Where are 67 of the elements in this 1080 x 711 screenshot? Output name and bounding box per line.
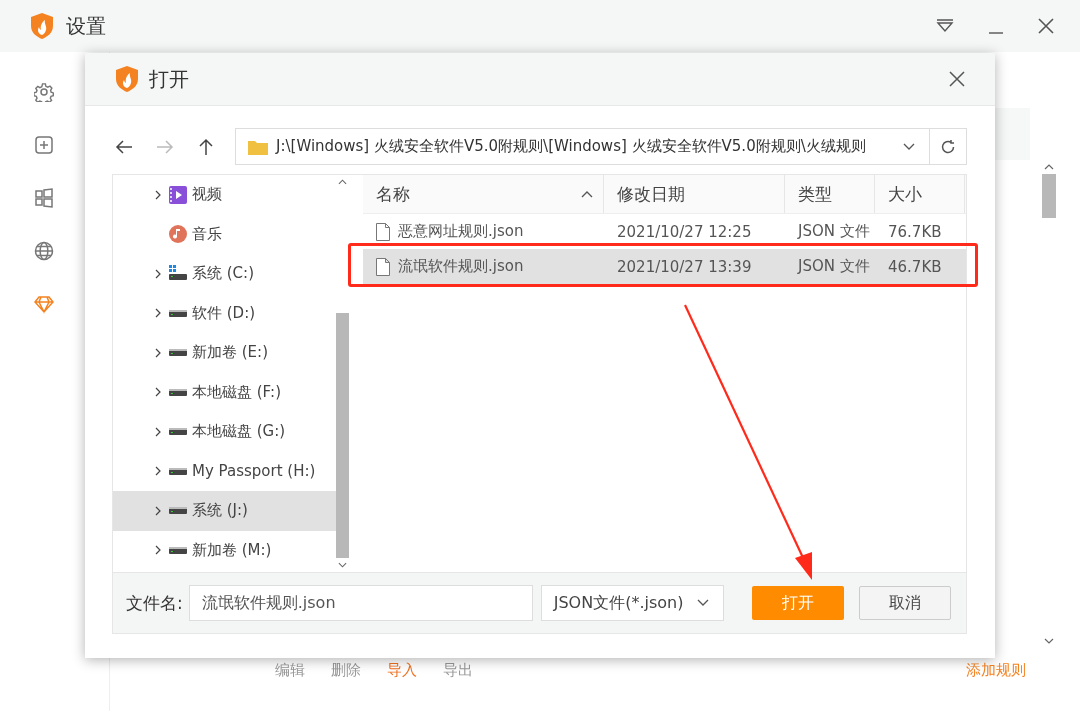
shield-flame-icon (115, 65, 139, 93)
dropdown-menu-icon[interactable] (936, 19, 954, 33)
close-icon[interactable] (949, 71, 965, 87)
chevron-icon[interactable] (155, 189, 161, 200)
column-header[interactable]: 修改日期 (604, 175, 785, 213)
scroll-down-icon[interactable] (338, 562, 347, 568)
refresh-button[interactable] (930, 128, 967, 165)
file-icon (376, 257, 390, 276)
scroll-down-icon[interactable] (1044, 638, 1054, 644)
drive-icon (169, 467, 187, 475)
scrollbar-thumb[interactable] (1042, 174, 1056, 218)
close-icon[interactable] (1038, 18, 1054, 34)
up-arrow-icon[interactable] (197, 137, 215, 156)
folder-icon (248, 138, 268, 155)
system-drive-icon (169, 264, 187, 283)
file-icon (376, 222, 390, 241)
chevron-icon[interactable] (155, 545, 161, 556)
drive-icon (169, 507, 187, 515)
drive-icon (169, 546, 187, 554)
globe-icon[interactable] (33, 241, 54, 261)
tree-item[interactable]: 软件 (D:) (113, 293, 336, 333)
caret-icon (696, 599, 709, 607)
chevron-icon[interactable] (155, 268, 161, 279)
window-title: 设置 (66, 12, 106, 40)
video-icon (169, 185, 187, 204)
scrollbar-thumb[interactable] (336, 313, 349, 558)
tree-item[interactable]: 本地磁盘 (G:) (113, 412, 336, 452)
plus-square-icon[interactable] (33, 135, 54, 155)
shield-flame-icon (30, 12, 54, 40)
address-bar[interactable]: J:\[Windows] 火绒安全软件V5.0附规则\[Windows] 火绒安全软件V5.0附规则\火绒规则 (235, 128, 930, 165)
drive-icon (169, 309, 187, 317)
scroll-up-icon[interactable] (338, 179, 347, 185)
column-header[interactable]: 名称 (363, 175, 604, 213)
refresh-icon (940, 138, 956, 155)
settings-icon[interactable] (33, 82, 54, 102)
drive-icon (169, 428, 187, 436)
cancel-button[interactable]: 取消 (858, 586, 951, 620)
column-header[interactable]: 大小 (875, 175, 965, 213)
tree-item[interactable]: 本地磁盘 (F:) (113, 372, 336, 412)
diamond-icon[interactable] (33, 294, 54, 314)
dialog-title: 打开 (149, 65, 189, 93)
chevron-icon[interactable] (155, 347, 161, 358)
caret-icon[interactable] (903, 142, 915, 151)
file-row[interactable]: 恶意网址规则.json 2021/10/27 12:25 JSON 文件 76.7KB (363, 214, 966, 249)
tree-item[interactable]: 新加卷 (E:) (113, 333, 336, 373)
chevron-icon[interactable] (155, 426, 161, 437)
tree-item[interactable]: 视频 (113, 175, 336, 215)
chevron-icon[interactable] (155, 505, 161, 516)
tree-item[interactable]: 新加卷 (M:) (113, 530, 336, 570)
chevron-icon[interactable] (155, 387, 161, 398)
file-row[interactable]: 流氓软件规则.json 2021/10/27 13:39 JSON 文件 46.7KB (363, 249, 966, 284)
file-name-label: 文件名: (126, 591, 183, 615)
music-icon (169, 225, 187, 244)
tree-item[interactable]: 系统 (J:) (113, 491, 336, 531)
drive-icon (169, 349, 187, 357)
tree-item[interactable]: My Passport (H:) (113, 451, 336, 491)
drive-icon (169, 388, 187, 396)
file-name-field[interactable]: 流氓软件规则.json (188, 585, 533, 621)
chevron-icon[interactable] (155, 466, 161, 477)
scroll-up-icon[interactable] (1044, 164, 1054, 170)
tree-item[interactable]: 系统 (C:) (113, 254, 336, 294)
tree-item[interactable]: 音乐 (113, 214, 336, 254)
file-type-dropdown[interactable]: JSON文件(*.json) (540, 585, 724, 621)
column-header[interactable]: 类型 (785, 175, 875, 213)
chevron-icon[interactable] (155, 308, 161, 319)
tiles-icon[interactable] (33, 188, 54, 208)
back-arrow-icon[interactable] (115, 137, 133, 156)
